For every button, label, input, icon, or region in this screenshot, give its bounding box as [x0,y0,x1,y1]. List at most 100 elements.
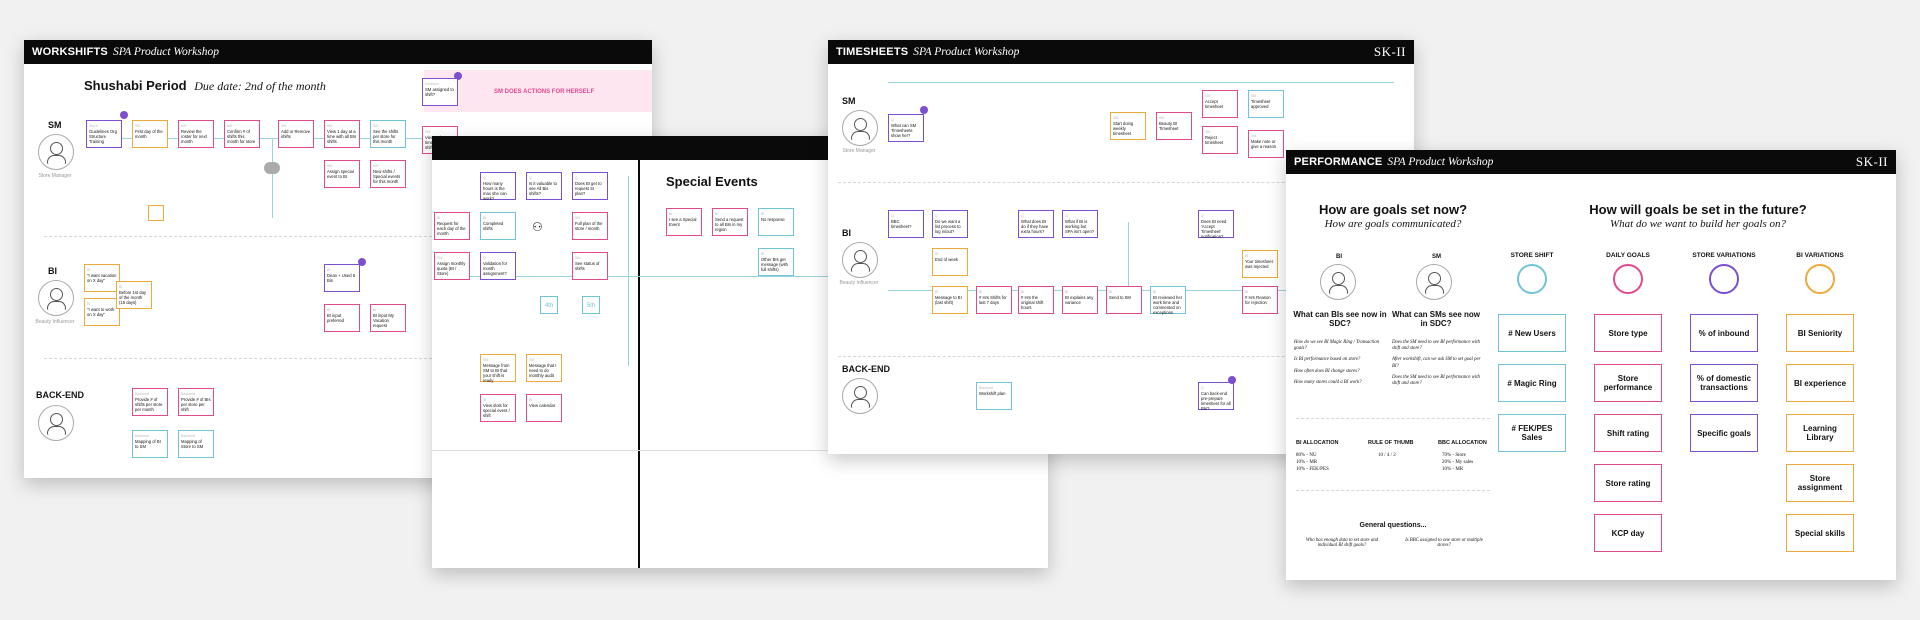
card: Q Does BI get to request SI plan? [572,172,608,200]
bi-allocation-values: 80% - NU 10% - MR 10% - FEK/PES [1296,453,1329,472]
calendar-icon [148,205,164,221]
card: BI Other BIs get message (with full shift… [758,248,794,276]
bi-role: Beauty Influencer [35,319,75,325]
lane-bi: BI [48,266,57,276]
metric-store-rating: Store rating [1594,464,1662,502]
card: BI View slots for special event / shift [480,394,516,422]
card: SM Beauty BI Timesheet [1156,112,1192,140]
card: Backend Provide # of shifts per store per… [132,388,168,416]
board-subtitle: SPA Product Workshop [112,46,220,58]
card: Backend Mapping of BI to SM [132,430,168,458]
card: Q What if BI is working but SPA isn't ope… [1062,210,1098,238]
store-shift-icon [1517,264,1547,294]
people-icon: ⚇ [532,220,543,234]
bi-allocation-header: BI ALLOCATION [1296,440,1339,446]
metric-store-performance: Store performance [1594,364,1662,402]
card: SM Message that I need to do monthly audi… [526,354,562,382]
board-title: PERFORMANCE [1294,156,1383,168]
col-daily-goals: DAILY GOALS [1606,252,1650,259]
card: BI Dean + Used 8 Bis [324,264,360,292]
card: BI Completed shifts [480,212,516,240]
question-now: How are goals set now? [1318,202,1468,217]
bbc-allocation-header: BBC ALLOCATION [1438,440,1487,446]
card: SM Reject timesheet [1202,126,1238,154]
bi-avatar-icon [1320,264,1356,300]
bi-notes: How do we see BI Magic Ring / Transactio… [1294,340,1380,385]
col-store-variations: STORE VARIATIONS [1692,252,1756,259]
card: Q Do we want a list process to log in/out… [932,210,968,238]
sm-notes: Does the SM need to see BI performance w… [1392,340,1481,387]
sk2-logo: SK-II [1855,154,1888,169]
question-now-sub: How are goals communicated? [1324,218,1462,230]
question-future-sub: What do we want to build her goals on? [1610,218,1786,230]
card: BI BI input My Vacation request [370,304,406,332]
card: BI # Hrs Reason for rejection [1242,286,1278,314]
board-title: WORKSHIFTS [32,46,108,58]
card: BI View calendar [526,394,562,422]
metric-bi-seniority: BI Seniority [1786,314,1854,352]
card: BI # Hrs the original shift hours [1018,286,1054,314]
card: BI Your timesheet was rejected [1242,250,1278,278]
timesheets-header: TIMESHEETS SPA Product Workshop SK-II [828,40,1414,64]
card: BI BI input preferred [324,304,360,332]
card: SM Accept timesheet [1202,90,1238,118]
metric-new-users: # New Users [1498,314,1566,352]
metric-specific-goals: Specific goals [1690,414,1758,452]
general-question-2: Is BBC assigned to one store or multiple… [1405,538,1483,548]
store-icon [1709,264,1739,294]
bi-role: Beauty Influencer [839,280,879,286]
card: BI End of week [932,248,968,276]
card: Q Can back-end pre-prepare timesheet for … [1198,382,1234,411]
metric-bi-experience: BI experience [1786,364,1854,402]
connector [628,176,629,366]
card: SM Timesheet approved [1248,90,1284,118]
sm-role: Store Manager [38,173,72,179]
period-title: Shushabi Period Due date: 2nd of the mon… [84,78,326,93]
card: BI No response [758,208,794,236]
card: BI Before 1st day of the month (15 days) [116,281,152,309]
metric-store-assignment: Store assignment [1786,464,1854,502]
badge-icon [920,106,928,114]
bi-avatar-icon [842,242,878,278]
metric-shift-rating: Shift rating [1594,414,1662,452]
badge-icon [1228,376,1236,384]
card: Decision SM assigned to shift? [422,78,458,106]
sm-role: Store Manager [842,148,876,154]
card: BI BI reviewed her work time and commente… [1150,286,1186,315]
card: BI Message to BI (last shift) [932,286,968,314]
lane-backend: BACK-END [36,390,84,400]
card: SM Assign special event to BI [324,160,360,188]
toggle-icon [264,162,280,174]
card: BI Send to SM [1106,286,1142,314]
bbc-allocation-values: 70% - Store 20% - My sales 10% - MR [1442,453,1474,472]
board-subtitle: SPA Product Workshop [1387,156,1494,168]
section-divider [1296,490,1490,491]
performance-header: PERFORMANCE SPA Product Workshop SK-II [1286,150,1896,174]
connector [888,82,1394,83]
card: Backend Workshift plan [976,382,1012,410]
lane-backend: BACK-END [842,364,890,374]
bi-profile-icon [1805,264,1835,294]
connector [272,138,273,218]
card: SM Add or Remove shifts [278,120,314,148]
metric-learning-library: Learning Library [1786,414,1854,452]
performance-board: PERFORMANCE SPA Product Workshop SK-II H… [1286,150,1896,580]
card: Q What does BI do if they have extra hour… [1018,210,1054,238]
metric-inbound: % of inbound [1690,314,1758,352]
lane-bi: BI [842,228,851,238]
metric-domestic-transactions: % of domestic transactions [1690,364,1758,402]
rule-of-thumb-header: RULE OF THUMB [1368,440,1414,446]
card: SM Make note or give a reason [1248,130,1284,158]
col-store-shift: STORE SHIFT [1510,252,1554,259]
card: BI Send a request to all BIs in my region [712,208,748,236]
workshifts-header: WORKSHIFTS SPA Product Workshop [24,40,652,64]
question-future: How will goals be set in the future? [1589,202,1807,217]
metric-fek-pes-sales: # FEK/PES Sales [1498,414,1566,452]
metric-magic-ring: # Magic Ring [1498,364,1566,402]
calendar-icon: 5th [582,296,600,314]
card: BI BI explains any variance [1062,286,1098,314]
section-title: Special Events [666,174,758,189]
bi-avatar-icon [38,280,74,316]
card: SM First day of the month [132,120,168,148]
card: BI Request for each day of the month [434,212,470,240]
